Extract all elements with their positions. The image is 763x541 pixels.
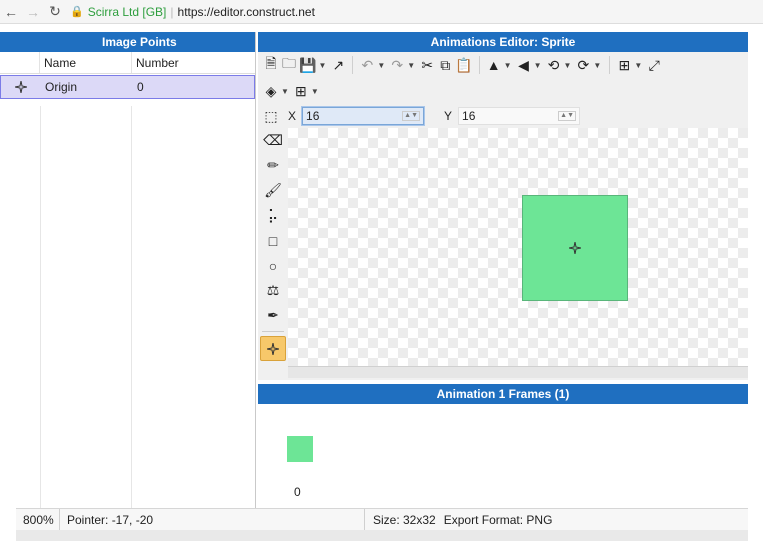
drawing-tools: ⌫ ✏ 🖌 ⡥ □ ○ ⚖ ✒ — [260, 128, 286, 361]
open-icon[interactable]: 🗀 — [280, 54, 298, 76]
lock-icon: 🔒 — [70, 6, 84, 18]
frame-index: 0 — [294, 485, 301, 499]
zoom-level[interactable]: 800% — [16, 509, 60, 530]
y-stepper[interactable]: ▲▼ — [558, 111, 577, 121]
column-header-number[interactable]: Number — [132, 52, 255, 73]
layers-icon[interactable]: ◈ — [262, 80, 280, 102]
y-value: 16 — [462, 109, 476, 123]
toolbar-divider — [609, 56, 611, 74]
pencil-icon[interactable]: ✏ — [260, 153, 286, 178]
y-label: Y — [444, 109, 453, 123]
editor-toolbar-row-2: ◈ ▼ ⊞ ▼ — [258, 78, 748, 104]
chevron-down-icon[interactable]: ▼ — [311, 87, 319, 96]
export-icon[interactable]: ↗ — [329, 54, 347, 76]
sprite-canvas[interactable] — [288, 128, 748, 366]
pointer-readout: Pointer: -17, -20 — [60, 509, 365, 530]
eraser-icon[interactable]: ⌫ — [260, 128, 286, 153]
editor-toolbar-row-1: 🗎 🗀 💾 ▼ ↗ ↶ ▼ ↷ ▼ ✂ ⧉ 📋 ▲ ▼ ◀ ▼ ⟲ ▼ ⟳ ▼ ⊞ ▼ ⤢ — [258, 52, 748, 78]
rotate-cw-icon[interactable]: ⟳ — [574, 54, 592, 76]
frames-header: Animation 1 Frames (1) — [258, 384, 748, 404]
flip-vertical-icon[interactable]: ◀ — [515, 54, 533, 76]
animations-editor: Animations Editor: Sprite 🗎 🗀 💾 ▼ ↗ ↶ ▼ ↷ ▼… — [258, 32, 748, 380]
url-divider: | — [170, 4, 174, 19]
copy-icon[interactable]: ⧉ — [436, 54, 454, 76]
rectangle-icon[interactable]: □ — [260, 228, 286, 253]
brush-icon[interactable]: 🖌 — [260, 178, 286, 203]
image-point-icon[interactable] — [260, 336, 286, 361]
origin-marker-icon[interactable] — [569, 242, 581, 254]
save-icon[interactable]: 💾 — [298, 54, 317, 76]
image-point-number: 0 — [137, 80, 144, 94]
back-arrow-icon[interactable]: ← — [0, 4, 22, 20]
chevron-down-icon[interactable]: ▼ — [377, 61, 385, 70]
column-icon-header — [0, 52, 40, 73]
redo-icon[interactable]: ↷ — [388, 54, 406, 76]
chevron-down-icon[interactable]: ▼ — [534, 61, 542, 70]
sprite-image[interactable] — [522, 195, 628, 301]
toolbar-divider — [352, 56, 354, 74]
x-value: 16 — [306, 109, 320, 123]
image-point-name: Origin — [45, 80, 78, 94]
chevron-down-icon[interactable]: ▼ — [593, 61, 601, 70]
image-size: Size: 32x32 — [373, 512, 436, 527]
image-points-header: Image Points — [0, 32, 255, 52]
status-bar: 800% Pointer: -17, -20 Size: 32x32 Expor… — [16, 508, 748, 530]
editor-header: Animations Editor: Sprite — [258, 32, 748, 52]
toolbar-divider — [478, 56, 480, 74]
new-icon[interactable]: 🗎 — [262, 54, 280, 76]
browser-toolbar: ← → ↻ 🔒 Scirra Ltd [GB] | https://editor… — [0, 0, 763, 24]
frames-title: Animation 1 Frames (1) — [436, 387, 570, 401]
point-coordinates-row: ⬚ X 16 ▲▼ Y 16 ▲▼ — [258, 105, 748, 127]
chevron-down-icon[interactable]: ▼ — [318, 61, 326, 70]
fill-bucket-icon[interactable]: ⚖ — [260, 278, 286, 303]
bottom-strip — [16, 530, 748, 541]
line-icon[interactable]: ⡥ — [260, 203, 286, 228]
chevron-down-icon[interactable]: ▼ — [563, 61, 571, 70]
chevron-down-icon[interactable]: ▼ — [504, 61, 512, 70]
frame-thumbnail[interactable] — [287, 436, 313, 462]
flip-horizontal-icon[interactable]: ▲ — [485, 54, 503, 76]
export-format: Export Format: PNG — [443, 512, 553, 527]
chevron-down-icon[interactable]: ▼ — [281, 87, 289, 96]
animation-frames-panel: Animation 1 Frames (1) 0 — [258, 384, 748, 508]
ellipse-icon[interactable]: ○ — [260, 253, 286, 278]
undo-icon[interactable]: ↶ — [358, 54, 376, 76]
address-bar[interactable]: https://editor.construct.net — [178, 5, 315, 19]
forward-arrow-icon[interactable]: → — [22, 4, 44, 20]
rotate-ccw-icon[interactable]: ⟲ — [544, 54, 562, 76]
image-points-title: Image Points — [102, 35, 177, 49]
column-gridlines — [40, 106, 132, 508]
x-label: X — [288, 109, 297, 123]
paste-icon[interactable]: 📋 — [454, 54, 473, 76]
chevron-down-icon[interactable]: ▼ — [634, 61, 642, 70]
canvas-horizontal-scrollbar[interactable] — [288, 366, 748, 378]
editor-title: Animations Editor: Sprite — [430, 35, 576, 49]
cut-icon[interactable]: ✂ — [418, 54, 436, 76]
column-header-name[interactable]: Name — [40, 52, 132, 73]
x-stepper[interactable]: ▲▼ — [402, 111, 421, 121]
eyedropper-icon[interactable]: ✒ — [260, 303, 286, 328]
tool-divider — [262, 331, 284, 332]
reload-icon[interactable]: ↻ — [44, 3, 66, 20]
resize-icon[interactable]: ⤢ — [645, 54, 663, 76]
top-gap — [0, 24, 763, 32]
x-coordinate-input[interactable]: 16 ▲▼ — [302, 107, 425, 125]
y-coordinate-input[interactable]: 16 ▲▼ — [458, 107, 581, 125]
chevron-down-icon[interactable]: ▼ — [407, 61, 415, 70]
image-points-panel: Image Points Name Number Origin 0 — [0, 32, 256, 508]
select-rect-icon[interactable]: ⬚ — [262, 105, 280, 127]
certificate-label[interactable]: Scirra Ltd [GB] — [88, 5, 167, 19]
origin-point-icon — [1, 76, 41, 98]
grid-icon[interactable]: ⊞ — [292, 80, 310, 102]
image-points-columns: Name Number — [0, 52, 255, 74]
crop-icon[interactable]: ⊞ — [615, 54, 633, 76]
image-point-row[interactable]: Origin 0 — [0, 75, 255, 99]
